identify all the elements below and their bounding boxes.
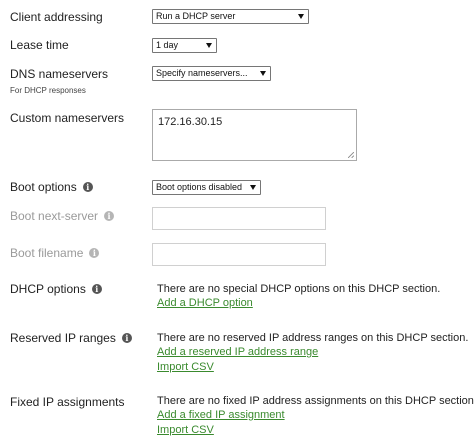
info-icon: i	[89, 248, 100, 258]
boot-next-server-input[interactable]	[152, 207, 326, 230]
chevron-down-icon	[206, 43, 212, 48]
boot-filename-input[interactable]	[152, 243, 326, 266]
info-icon[interactable]: i	[121, 333, 132, 343]
reserved-ip-ranges-label: Reserved IP ranges i	[10, 331, 132, 345]
boot-options-select[interactable]: Boot options disabled	[152, 180, 261, 195]
boot-filename-label: Boot filename i	[10, 246, 100, 260]
boot-next-server-label: Boot next-server i	[10, 209, 115, 223]
boot-next-server-label-text: Boot next-server	[10, 209, 99, 223]
add-fixed-ip-assignment-link[interactable]: Add a fixed IP assignment	[157, 409, 285, 421]
client-addressing-select[interactable]: Run a DHCP server	[152, 9, 309, 24]
import-csv-reserved-link[interactable]: Import CSV	[157, 361, 214, 373]
info-icon[interactable]: i	[82, 182, 93, 192]
info-icon: i	[104, 211, 115, 221]
resize-grip-icon[interactable]	[348, 152, 354, 158]
dns-nameservers-label: DNS nameservers	[10, 67, 109, 81]
chevron-down-icon	[250, 185, 256, 190]
chevron-down-icon	[260, 71, 266, 76]
custom-nameservers-value: 172.16.30.15	[158, 116, 223, 128]
reserved-ip-ranges-label-text: Reserved IP ranges	[10, 331, 116, 345]
dns-nameservers-value: Specify nameservers...	[156, 68, 248, 78]
fixed-ip-assignments-message: There are no fixed IP address assignment…	[157, 395, 474, 407]
chevron-down-icon	[298, 14, 304, 19]
dhcp-options-label: DHCP options i	[10, 282, 102, 296]
boot-options-label-text: Boot options	[10, 180, 77, 194]
add-reserved-ip-range-link[interactable]: Add a reserved IP address range	[157, 346, 318, 358]
client-addressing-label: Client addressing	[10, 10, 103, 24]
boot-filename-label-text: Boot filename	[10, 246, 84, 260]
fixed-ip-assignments-label: Fixed IP assignments	[10, 395, 125, 409]
boot-options-value: Boot options disabled	[156, 182, 243, 192]
boot-options-label: Boot options i	[10, 180, 93, 194]
dns-nameservers-sublabel: For DHCP responses	[10, 86, 86, 95]
client-addressing-value: Run a DHCP server	[156, 11, 236, 21]
reserved-ip-ranges-message: There are no reserved IP address ranges …	[157, 332, 469, 344]
lease-time-select[interactable]: 1 day	[152, 38, 217, 53]
info-icon[interactable]: i	[91, 284, 102, 294]
dhcp-options-message: There are no special DHCP options on thi…	[157, 283, 441, 295]
custom-nameservers-label: Custom nameservers	[10, 111, 125, 125]
import-csv-fixed-link[interactable]: Import CSV	[157, 424, 214, 436]
dns-nameservers-select[interactable]: Specify nameservers...	[152, 66, 271, 81]
lease-time-value: 1 day	[156, 40, 179, 50]
add-dhcp-option-link[interactable]: Add a DHCP option	[157, 297, 253, 309]
lease-time-label: Lease time	[10, 38, 69, 52]
dhcp-options-label-text: DHCP options	[10, 282, 86, 296]
custom-nameservers-textarea[interactable]: 172.16.30.15	[152, 109, 357, 161]
